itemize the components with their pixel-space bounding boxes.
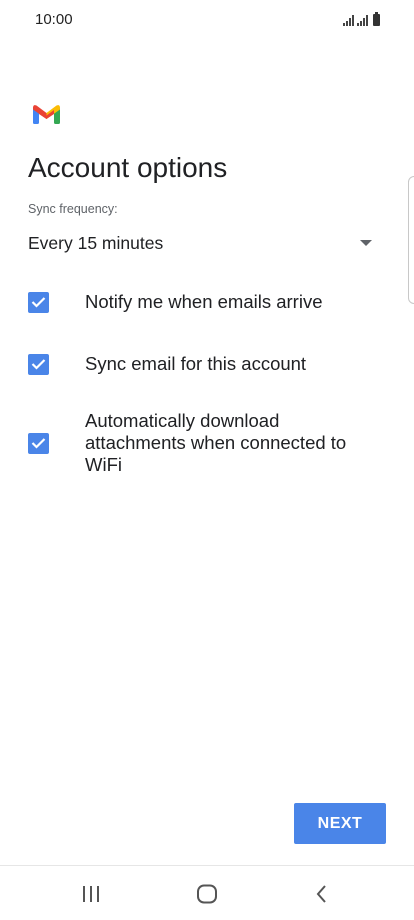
signal-icon — [343, 14, 354, 26]
sync-frequency-value: Every 15 minutes — [28, 233, 164, 253]
option-label: Notify me when emails arrive — [85, 291, 323, 312]
status-bar: 10:00 — [0, 0, 414, 40]
option-label: Sync email for this account — [85, 353, 307, 374]
gmail-logo-icon — [33, 104, 60, 124]
option-download-attachments[interactable]: Automatically download attachments when … — [28, 410, 378, 476]
status-icons — [343, 12, 380, 26]
page-title: Account options — [28, 152, 228, 183]
checkmark-icon — [31, 438, 46, 449]
signal-icon — [357, 14, 368, 26]
recents-icon[interactable] — [69, 880, 113, 908]
sync-checkbox[interactable] — [28, 353, 49, 375]
sync-frequency-label: Sync frequency: — [28, 202, 118, 216]
option-label: Automatically download attachments when … — [85, 410, 347, 475]
notify-checkbox[interactable] — [28, 291, 49, 313]
navigation-bar — [0, 866, 414, 920]
back-icon[interactable] — [300, 880, 344, 908]
download-checkbox[interactable] — [28, 432, 49, 454]
home-icon[interactable] — [185, 880, 229, 908]
next-button[interactable]: NEXT — [294, 803, 386, 844]
option-sync-email[interactable]: Sync email for this account — [28, 353, 378, 375]
scrollbar[interactable] — [408, 176, 414, 304]
checkmark-icon — [31, 297, 46, 308]
sync-frequency-dropdown[interactable]: Every 15 minutes — [28, 228, 378, 260]
battery-icon — [373, 12, 380, 26]
option-notify-emails[interactable]: Notify me when emails arrive — [28, 291, 378, 313]
dropdown-arrow-icon — [360, 240, 372, 246]
checkmark-icon — [31, 359, 46, 370]
status-time: 10:00 — [35, 11, 73, 28]
